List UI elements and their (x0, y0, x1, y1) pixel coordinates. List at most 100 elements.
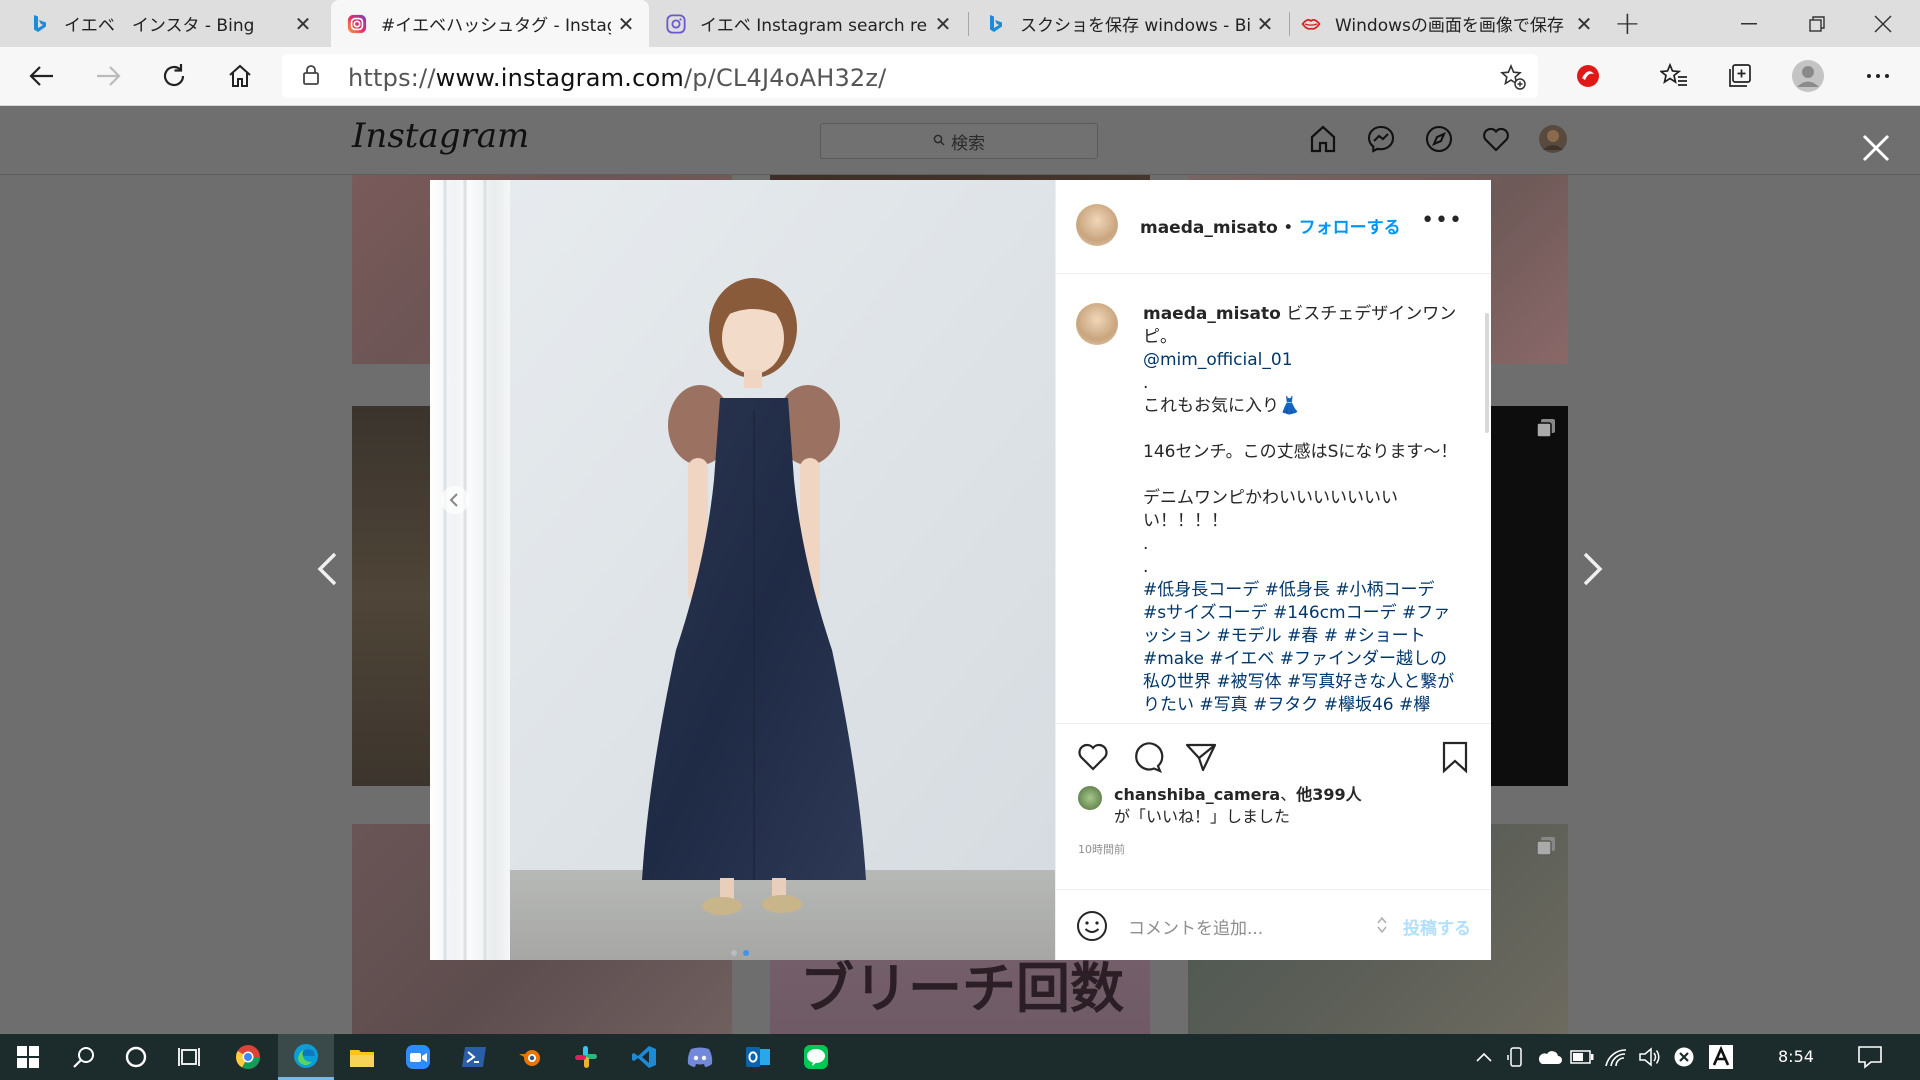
start-button[interactable] (0, 1034, 56, 1080)
bookmark-icon[interactable] (1438, 740, 1472, 774)
likes-suffix: が「いいね！」しました (1114, 807, 1291, 826)
close-tab-icon[interactable]: ✕ (1569, 12, 1599, 36)
profile-avatar[interactable] (1538, 124, 1570, 156)
url-host: www.instagram.com (435, 64, 684, 92)
chevron-up-icon[interactable] (1468, 1034, 1500, 1080)
caption-line: . (1143, 557, 1149, 577)
restore-button[interactable] (1786, 0, 1848, 47)
volume-icon[interactable] (1634, 1034, 1666, 1080)
emoji-icon[interactable] (1076, 910, 1108, 946)
outlook-icon[interactable] (730, 1034, 786, 1080)
previous-post-arrow[interactable] (316, 551, 338, 597)
lock-icon[interactable] (302, 64, 320, 90)
avatar[interactable] (1076, 204, 1118, 246)
instagram-logo[interactable]: Instagram (352, 116, 529, 156)
discord-icon[interactable] (672, 1034, 728, 1080)
favorites-icon[interactable] (1654, 56, 1694, 96)
close-modal-button[interactable] (1862, 130, 1890, 171)
blender-icon[interactable] (502, 1034, 558, 1080)
tab-instagram-hashtag[interactable]: #イエベハッシュタグ - Instagram ✕ (331, 0, 649, 47)
more-options-icon[interactable]: ••• (1421, 208, 1463, 233)
minimize-button[interactable] (1718, 0, 1780, 47)
search-input[interactable]: 検索 (820, 123, 1098, 159)
comment-icon[interactable] (1130, 740, 1164, 774)
caption-scrollbar[interactable] (1485, 313, 1489, 433)
post-comment-button[interactable]: 投稿する (1403, 914, 1471, 939)
tab-title: スクショを保存 windows - Bing (1020, 16, 1250, 36)
username-link[interactable]: maeda_misato (1143, 304, 1281, 324)
photo-previous-button[interactable] (440, 485, 470, 519)
home-icon[interactable] (220, 56, 260, 96)
tab-bing-screenshot[interactable]: スクショを保存 windows - Bing ✕ (970, 0, 1288, 47)
post-image (430, 180, 1055, 960)
resize-handle-icon (1376, 916, 1388, 938)
messenger-icon[interactable] (1366, 124, 1398, 156)
likes-separator: 、 (1280, 785, 1297, 804)
close-tab-icon[interactable]: ✕ (1250, 12, 1280, 36)
settings-more-icon[interactable] (1858, 56, 1898, 96)
search-placeholder: 検索 (951, 133, 985, 154)
close-circle-icon[interactable] (1668, 1034, 1700, 1080)
collections-icon[interactable] (1720, 56, 1760, 96)
browser-tab-bar: イエベ インスタ - Bing ✕ #イエベハッシュタグ - Instagram… (0, 0, 1920, 47)
caption-line (1143, 418, 1458, 441)
task-view-icon[interactable] (162, 1034, 218, 1080)
forward-button[interactable] (88, 56, 128, 96)
caption-line: . (1143, 534, 1149, 554)
comment-input[interactable]: コメントを追加... (1128, 914, 1263, 939)
extension-icon[interactable] (1568, 56, 1608, 96)
post-timestamp[interactable]: 10時間前 (1078, 841, 1125, 857)
edge-icon[interactable] (278, 1034, 334, 1080)
back-button[interactable] (22, 56, 62, 96)
caption-area: maeda_misato ビスチェデザインワンピ。 @mim_official_… (1056, 273, 1491, 723)
tab-bing-search[interactable]: イエベ インスタ - Bing ✕ (0, 0, 326, 47)
wifi-icon[interactable] (1600, 1034, 1632, 1080)
vscode-icon[interactable] (616, 1034, 672, 1080)
username-link[interactable]: maeda_misato (1140, 218, 1278, 238)
url-bar[interactable]: https://www.instagram.com/p/CL4J4oAH32z/ (282, 54, 1538, 98)
avatar[interactable] (1076, 303, 1118, 345)
avatar[interactable] (1078, 786, 1102, 810)
like-heart-icon[interactable] (1076, 740, 1110, 774)
taskbar-clock[interactable]: 8:54 (1778, 1047, 1814, 1066)
slack-icon[interactable] (558, 1034, 614, 1080)
ime-icon[interactable] (1704, 1034, 1738, 1080)
tab-instagram-search[interactable]: イエベ Instagram search results ✕ (654, 0, 966, 47)
chrome-icon[interactable] (220, 1034, 276, 1080)
avatar[interactable] (1788, 56, 1828, 96)
caption-line (1143, 464, 1458, 487)
tab-windows-save[interactable]: Windowsの画面を画像で保存 ✕ (1291, 0, 1607, 47)
activity-heart-icon[interactable] (1481, 124, 1513, 156)
cortana-icon[interactable] (108, 1034, 164, 1080)
close-tab-icon[interactable]: ✕ (288, 12, 318, 36)
notification-icon[interactable] (1842, 1034, 1898, 1080)
onedrive-icon[interactable] (1532, 1034, 1566, 1080)
multi-photo-icon (1536, 418, 1556, 442)
file-explorer-icon[interactable] (334, 1034, 390, 1080)
close-tab-icon[interactable]: ✕ (611, 12, 641, 36)
liker-username[interactable]: chanshiba_camera (1114, 785, 1280, 804)
add-favorite-icon[interactable] (1500, 63, 1526, 94)
powershell-icon[interactable] (446, 1034, 502, 1080)
refresh-icon[interactable] (154, 56, 194, 96)
tab-title: #イエベハッシュタグ - Instagram (381, 16, 611, 36)
home-icon[interactable] (1308, 124, 1340, 156)
zoom-icon[interactable] (390, 1034, 446, 1080)
share-icon[interactable] (1184, 740, 1218, 774)
battery-icon[interactable] (1566, 1034, 1598, 1080)
likes-count-link[interactable]: 他399人 (1296, 785, 1361, 804)
next-post-arrow[interactable] (1582, 551, 1604, 597)
new-tab-button[interactable]: + (1614, 4, 1641, 42)
caption-line: デニムワンピかわいいいいいいいい！！！！ (1143, 488, 1398, 531)
hashtag-links[interactable]: #低身長コーデ #低身長 #小柄コーデ #sサイズコーデ #146cmコーデ #… (1143, 579, 1458, 717)
close-tab-icon[interactable]: ✕ (928, 12, 958, 36)
phone-link-icon[interactable] (1500, 1034, 1532, 1080)
carousel-dots (730, 942, 754, 960)
follow-button[interactable]: フォローする (1299, 218, 1401, 238)
caption-line: これもお気に入り👗 (1143, 396, 1301, 416)
close-window-button[interactable] (1852, 0, 1914, 47)
line-icon[interactable] (788, 1034, 844, 1080)
search-icon[interactable] (56, 1034, 112, 1080)
explore-icon[interactable] (1424, 124, 1456, 156)
mention-link[interactable]: @mim_official_01 (1143, 349, 1458, 372)
